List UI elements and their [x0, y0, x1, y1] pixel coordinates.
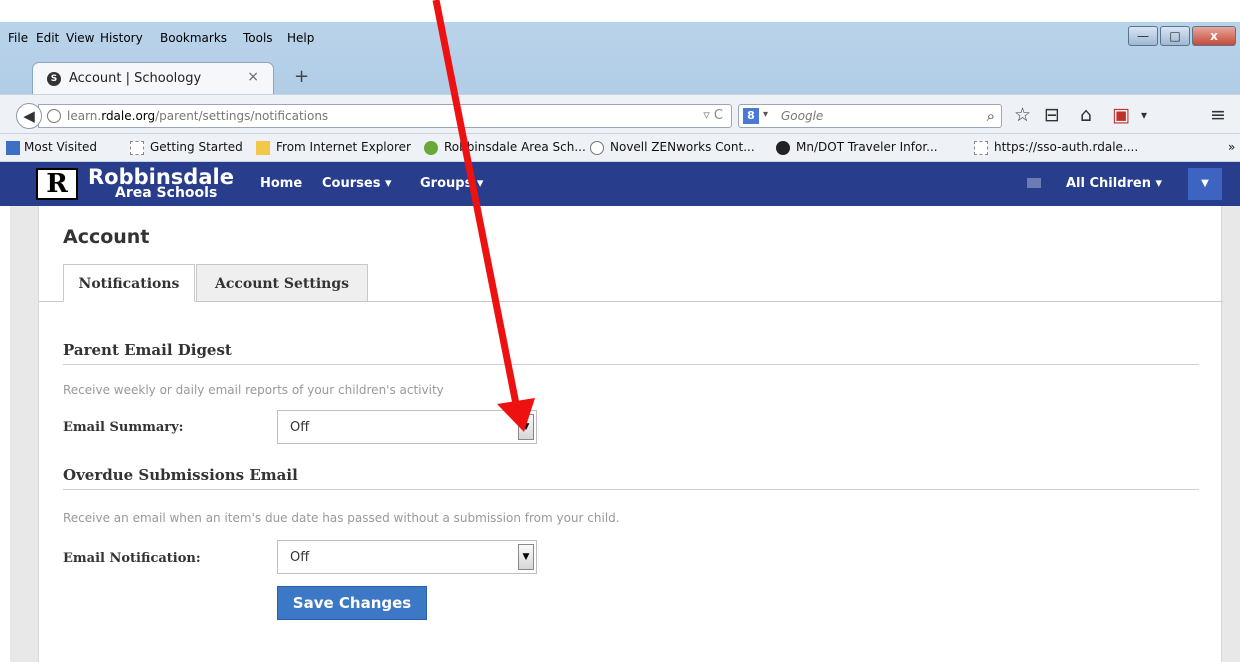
account-dropdown-button[interactable]: ▼: [1188, 168, 1222, 200]
bookmark-from-internet-explorer[interactable]: From Internet Explorer: [276, 140, 411, 154]
page-icon: [130, 141, 144, 155]
menu-help[interactable]: Help: [287, 31, 314, 45]
reload-icon[interactable]: ▿ C: [703, 108, 723, 123]
browser-window: File Edit View History Bookmarks Tools H…: [0, 22, 1240, 662]
close-tab-icon[interactable]: ×: [247, 69, 259, 85]
tab-notifications[interactable]: Notifications: [63, 264, 195, 302]
section-divider: [63, 364, 1199, 365]
email-notification-select[interactable]: Off ▼: [277, 540, 537, 574]
bookmark-robbinsdale[interactable]: Robbinsdale Area Sch...: [444, 140, 586, 154]
bookmarks-toolbar: Most Visited Getting Started From Intern…: [0, 134, 1240, 162]
novell-icon: [590, 141, 604, 155]
mail-icon[interactable]: [1027, 178, 1041, 188]
page-title: Account: [63, 226, 150, 248]
bookmark-mndot[interactable]: Mn/DOT Traveler Infor...: [796, 140, 938, 154]
menu-hamburger-icon[interactable]: ≡: [1210, 104, 1226, 126]
engine-dropdown-icon[interactable]: ▾: [763, 109, 768, 120]
nav-groups[interactable]: Groups ▾: [420, 176, 483, 191]
mndot-icon: [776, 141, 790, 155]
page-frame: Account Account Settings Notifications P…: [0, 206, 1240, 662]
search-icon[interactable]: ⌕: [987, 107, 995, 125]
email-summary-value: Off: [290, 420, 310, 435]
page-icon: [974, 141, 988, 155]
bookmarks-overflow-icon[interactable]: »: [1228, 140, 1235, 154]
account-card: Account Account Settings Notifications P…: [38, 206, 1223, 662]
pdf-addon-icon[interactable]: ▣: [1112, 104, 1130, 126]
section-heading-parent-email-digest: Parent Email Digest: [63, 341, 232, 359]
search-bar[interactable]: 8 ▾ Google ⌕: [738, 104, 1002, 128]
bookmark-novell[interactable]: Novell ZENworks Cont...: [610, 140, 755, 154]
all-children-menu[interactable]: All Children ▾: [1066, 176, 1162, 191]
tab-strip: S Account | Schoology × +: [0, 60, 1240, 94]
nav-home[interactable]: Home: [260, 176, 302, 191]
tab-title: Account | Schoology: [69, 71, 202, 86]
minimize-button[interactable]: —: [1128, 26, 1158, 46]
home-icon[interactable]: ⌂: [1080, 104, 1092, 126]
apple-icon: [424, 141, 438, 155]
search-placeholder: Google: [781, 109, 824, 123]
nav-courses[interactable]: Courses ▾: [322, 176, 391, 191]
tab-account-settings[interactable]: Account Settings: [196, 264, 368, 302]
bookmark-menu-icon[interactable]: [6, 141, 20, 155]
menu-file[interactable]: File: [8, 31, 28, 45]
logo-line-2: Area Schools: [115, 185, 218, 201]
menu-bar: File Edit View History Bookmarks Tools H…: [0, 22, 1240, 52]
browser-chrome: File Edit View History Bookmarks Tools H…: [0, 22, 1240, 172]
email-notification-value: Off: [290, 550, 310, 565]
menu-history[interactable]: History: [100, 31, 143, 45]
bookmark-getting-started[interactable]: Getting Started: [150, 140, 243, 154]
menu-bookmarks[interactable]: Bookmarks: [160, 31, 227, 45]
section-heading-overdue-submissions: Overdue Submissions Email: [63, 466, 298, 484]
address-url: learn.rdale.org/parent/settings/notifica…: [67, 109, 329, 123]
chevron-down-icon[interactable]: ▼: [518, 414, 534, 440]
left-gutter: [10, 206, 38, 662]
schoology-favicon-icon: S: [47, 72, 61, 86]
email-summary-label: Email Summary:: [63, 420, 184, 435]
bookmark-sso-auth[interactable]: https://sso-auth.rdale....: [994, 140, 1138, 154]
save-changes-button[interactable]: Save Changes: [277, 586, 427, 620]
google-engine-icon[interactable]: 8: [743, 108, 759, 124]
reading-list-icon[interactable]: ⊟: [1044, 104, 1060, 126]
folder-icon: [256, 141, 270, 155]
navigation-bar: learn.rdale.org/parent/settings/notifica…: [0, 94, 1240, 134]
section-divider: [63, 489, 1199, 490]
email-notification-label: Email Notification:: [63, 551, 201, 566]
menu-view[interactable]: View: [66, 31, 94, 45]
bookmark-most-visited[interactable]: Most Visited: [24, 140, 97, 154]
help-text-overdue: Receive an email when an item's due date…: [63, 511, 620, 525]
menu-edit[interactable]: Edit: [36, 31, 59, 45]
addon-dropdown-icon[interactable]: ▾: [1141, 108, 1147, 122]
robbinsdale-logo[interactable]: R: [36, 168, 78, 200]
tab-account-schoology[interactable]: S Account | Schoology ×: [32, 62, 274, 94]
schoology-header: R Robbinsdale Area Schools Home Courses …: [0, 162, 1240, 206]
new-tab-icon[interactable]: +: [294, 66, 309, 87]
site-identity-icon[interactable]: [47, 109, 61, 123]
close-window-button[interactable]: x: [1192, 26, 1236, 46]
right-gutter: [1222, 206, 1240, 662]
account-tabs: Account Settings Notifications: [39, 264, 1223, 302]
bookmark-star-icon[interactable]: ☆: [1014, 104, 1031, 126]
back-button[interactable]: ◀: [16, 103, 42, 129]
maximize-button[interactable]: □: [1160, 26, 1190, 46]
help-text-digest: Receive weekly or daily email reports of…: [63, 383, 444, 397]
address-bar[interactable]: learn.rdale.org/parent/settings/notifica…: [38, 104, 732, 128]
chevron-down-icon[interactable]: ▼: [518, 544, 534, 570]
email-summary-select[interactable]: Off ▼: [277, 410, 537, 444]
menu-tools[interactable]: Tools: [243, 31, 273, 45]
